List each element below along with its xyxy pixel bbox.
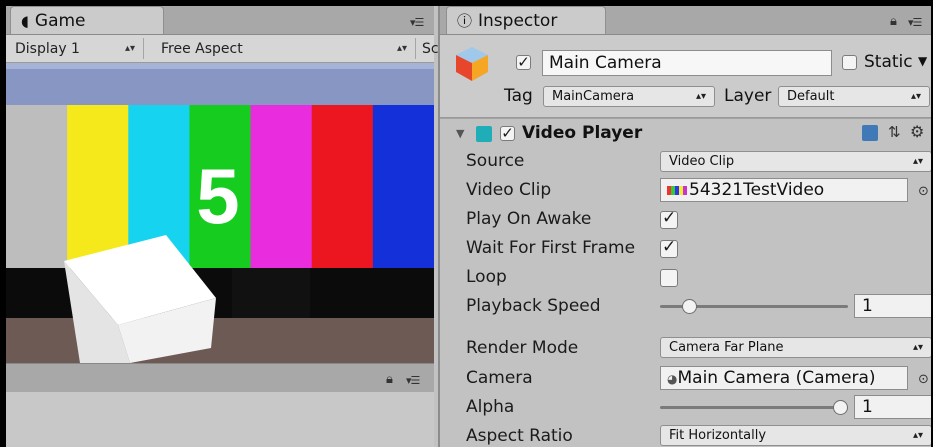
panel-menu-icon[interactable]: ▾☰ [406,374,420,387]
lower-panel-body [6,392,434,447]
play-on-awake-label: Play On Awake [466,209,592,229]
pacman-game-icon: ◖ [21,11,29,30]
gameobject-cube-icon [456,47,488,81]
lower-panel-tabbar: 🔒︎ ▾☰ [6,363,434,392]
render-mode-dropdown[interactable]: Camera Far Plane ▴▾ [660,337,931,358]
loop-checkbox[interactable] [660,269,678,287]
video-clip-icon [667,185,687,195]
camera-icon: ◕ [667,372,678,386]
layer-dropdown[interactable]: Default ▴▾ [778,86,930,107]
countdown-number: 5 [196,152,239,240]
aspect-ratio-dropdown[interactable]: Fit Horizontally ▴▾ [660,425,931,446]
active-checkbox[interactable]: ✓ [516,55,531,70]
inspector-panel: ⓘ Inspector 🔒︎ ▾☰ ✓ Main Camera Static ▼… [438,6,931,447]
editor-window: ◖ Game ▾☰ Display 1 ▴▾ Free Aspect ▴▾ Sc [6,6,931,447]
floor [6,318,434,363]
object-picker-icon[interactable]: ⊙ [918,372,929,387]
tab-inspector[interactable]: ⓘ Inspector [446,6,606,34]
component-enabled-checkbox[interactable]: ✓ [500,126,515,141]
game-viewport[interactable]: 5 [6,63,434,363]
tab-game-label: Game [34,10,86,31]
static-checkbox[interactable] [842,55,857,70]
gear-icon[interactable]: ⚙ [910,122,924,141]
tab-game[interactable]: ◖ Game [10,6,164,34]
lock-icon[interactable]: 🔒︎ [890,14,897,29]
layer-label: Layer [724,86,772,106]
alpha-thumb[interactable] [833,400,848,415]
dropdown-arrows-icon: ▴▾ [912,430,923,441]
alpha-track[interactable] [660,406,848,409]
check-icon: ✓ [662,237,677,257]
video-player-header[interactable]: ▼ ✓ Video Player ⇅ ⚙ [440,118,931,149]
video-clip-label: Video Clip [466,180,552,200]
play-on-awake-checkbox[interactable]: ✓ [660,208,678,229]
color-bar [372,105,434,268]
component-title: Video Player [522,123,643,143]
foldout-arrow-icon[interactable]: ▼ [456,127,464,140]
inspector-tabbar: ⓘ Inspector 🔒︎ ▾☰ [440,6,931,35]
tag-label: Tag [504,86,533,106]
video-clip-field[interactable]: 54321TestVideo [660,178,908,202]
aspect-dropdown[interactable]: Free Aspect ▴▾ [154,38,416,59]
dropdown-arrows-icon: ▴▾ [910,91,921,102]
camera-field[interactable]: ◕Main Camera (Camera) [660,366,908,390]
render-mode-label: Render Mode [466,338,579,358]
aspect-ratio-label: Aspect Ratio [466,426,573,446]
color-bar [250,105,313,268]
dropdown-arrows-icon: ▴▾ [695,91,706,102]
sky-background [6,63,434,105]
dropdown-arrows-icon: ▴▾ [124,43,135,54]
tab-inspector-label: Inspector [478,10,558,31]
help-book-icon[interactable] [862,125,878,141]
static-label: Static [864,52,913,72]
color-bar [67,105,129,268]
display-dropdown[interactable]: Display 1 ▴▾ [8,38,144,59]
wait-first-frame-checkbox[interactable]: ✓ [660,237,678,258]
scale-slider-label[interactable]: Sc [418,38,439,59]
camera-label: Camera [466,368,533,388]
tag-dropdown[interactable]: MainCamera ▴▾ [543,86,715,107]
game-tabbar: ◖ Game ▾☰ [6,6,434,35]
wait-first-frame-label: Wait For First Frame [466,238,636,258]
static-dropdown-arrow-icon[interactable]: ▼ [918,54,927,68]
source-dropdown[interactable]: Video Clip ▴▾ [660,151,931,172]
alpha-label: Alpha [466,397,515,417]
game-toolbar: Display 1 ▴▾ Free Aspect ▴▾ Sc [6,35,439,63]
gameobject-header: ✓ Main Camera Static ▼ Tag MainCamera ▴▾… [440,35,931,118]
video-player-icon [476,126,492,142]
panel-menu-icon[interactable]: ▾☰ [410,16,424,29]
game-scene: 5 [6,63,434,363]
dropdown-arrows-icon: ▴▾ [396,43,407,54]
check-icon: ✓ [662,208,677,228]
presets-icon[interactable]: ⇅ [888,123,901,141]
panel-menu-icon[interactable]: ▾☰ [908,16,922,29]
game-panel: ◖ Game ▾☰ Display 1 ▴▾ Free Aspect ▴▾ Sc [6,6,439,447]
aspect-dropdown-label: Free Aspect [161,40,243,57]
playback-speed-thumb[interactable] [682,299,698,314]
playback-speed-field[interactable]: 1 [854,294,931,318]
loop-label: Loop [466,267,507,287]
dropdown-arrows-icon: ▴▾ [912,342,923,353]
object-picker-icon[interactable]: ⊙ [918,184,929,199]
display-dropdown-label: Display 1 [15,40,80,57]
playback-speed-label: Playback Speed [466,296,601,316]
color-bar [6,105,68,268]
object-name-field[interactable]: Main Camera [542,50,832,76]
info-icon: ⓘ [457,12,473,30]
lock-icon[interactable]: 🔒︎ [386,372,393,387]
source-label: Source [466,151,525,171]
color-bar [311,105,374,268]
dropdown-arrows-icon: ▴▾ [912,156,923,167]
alpha-field[interactable]: 1 [854,395,931,419]
